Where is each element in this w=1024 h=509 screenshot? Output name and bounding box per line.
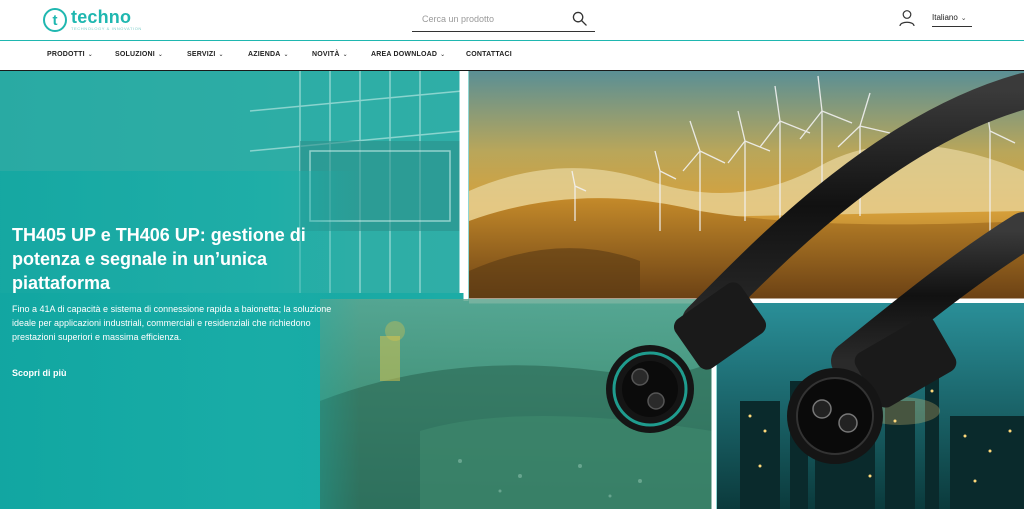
search-bar [412, 6, 595, 32]
chevron-down-icon: ⌄ [960, 14, 967, 22]
search-input[interactable] [412, 7, 569, 30]
nav-label: PRODOTTI [47, 51, 85, 58]
nav-label: NOVITÀ [312, 51, 340, 58]
hero-description: Fino a 41A di capacità e sistema di conn… [12, 304, 332, 342]
techno-logo[interactable]: t techno technology & innovation [43, 5, 142, 35]
nav-item-novita[interactable]: NOVITÀ ⌄ [312, 51, 348, 58]
nav-label: SERVIZI [187, 51, 216, 58]
nav-label: AZIENDA [248, 51, 281, 58]
nav-item-servizi[interactable]: SERVIZI ⌄ [187, 51, 224, 58]
logo-text: techno technology & innovation [71, 8, 142, 32]
language-selector[interactable]: Italiano ⌄ [932, 11, 972, 27]
user-icon[interactable] [898, 9, 916, 27]
nav-item-azienda[interactable]: AZIENDA ⌄ [248, 51, 289, 58]
nav-label: CONTATTACI [466, 51, 512, 58]
nav-item-contattaci[interactable]: CONTATTACI [466, 51, 512, 58]
logo-tagline: technology & innovation [71, 26, 142, 31]
chevron-down-icon: ⌄ [157, 52, 164, 58]
chevron-down-icon: ⌄ [283, 52, 289, 58]
chevron-down-icon: ⌄ [218, 52, 224, 58]
nav-label: AREA DOWNLOAD [371, 51, 438, 58]
chevron-down-icon: ⌄ [440, 52, 446, 58]
hero-banner: TH405 UP e TH406 UP: gestione di potenza… [0, 71, 1024, 509]
search-icon[interactable] [569, 9, 589, 29]
main-nav: PRODOTTI ⌄ SOLUZIONI ⌄ SERVIZI ⌄ AZIENDA ⌄ N… [0, 40, 1024, 71]
discover-more-link[interactable]: Scopri di più [12, 368, 67, 378]
nav-item-soluzioni[interactable]: SOLUZIONI ⌄ [115, 51, 163, 58]
nav-label: SOLUZIONI [115, 51, 155, 58]
top-bar: t techno technology & innovation Italian… [0, 0, 1024, 40]
logo-letter: t [52, 11, 58, 29]
chevron-down-icon: ⌄ [87, 52, 93, 58]
logo-word: techno [71, 7, 132, 27]
nav-item-area-download[interactable]: AREA DOWNLOAD ⌄ [371, 51, 445, 58]
nav-item-prodotti[interactable]: PRODOTTI ⌄ [47, 51, 93, 58]
hero-title: TH405 UP e TH406 UP: gestione di potenza… [12, 225, 306, 293]
logo-mark: t [43, 8, 67, 32]
language-label: Italiano [932, 13, 958, 22]
chevron-down-icon: ⌄ [342, 52, 348, 58]
